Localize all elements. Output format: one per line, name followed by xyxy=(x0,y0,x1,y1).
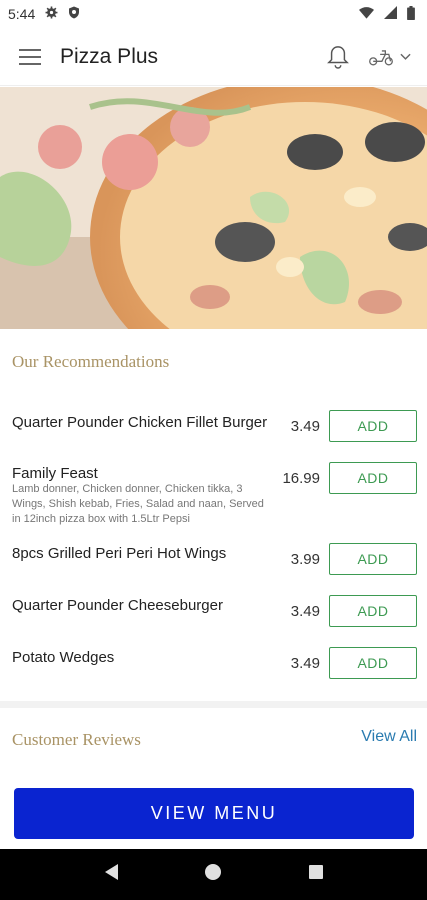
item-price: 3.49 xyxy=(290,603,320,620)
reviews-title: Customer Reviews xyxy=(12,730,141,749)
item-price: 3.49 xyxy=(290,418,320,435)
recommendation-item: Quarter Pounder Cheeseburger 3.49 ADD xyxy=(12,595,417,629)
item-price: 3.49 xyxy=(290,655,320,672)
app-bar: Pizza Plus xyxy=(0,28,427,86)
recents-icon[interactable] xyxy=(308,864,324,885)
battery-icon xyxy=(407,5,415,23)
item-name: 8pcs Grilled Peri Peri Hot Wings xyxy=(12,545,227,562)
reviews-header: Customer Reviews View All xyxy=(12,728,417,752)
home-icon[interactable] xyxy=(204,863,222,886)
menu-button[interactable] xyxy=(0,28,60,86)
recommendation-item: Quarter Pounder Chicken Fillet Burger 3.… xyxy=(12,410,417,444)
item-description: Lamb donner, Chicken donner, Chicken tik… xyxy=(12,483,264,525)
settings-icon xyxy=(45,6,58,22)
bell-icon xyxy=(327,45,349,69)
app-title: Pizza Plus xyxy=(60,44,159,68)
add-button[interactable]: ADD xyxy=(329,410,417,442)
recommendation-item: Potato Wedges 3.49 ADD xyxy=(12,647,417,681)
add-button[interactable]: ADD xyxy=(329,462,417,494)
chevron-down-icon xyxy=(400,53,411,60)
notifications-button[interactable] xyxy=(320,37,356,77)
signal-icon xyxy=(384,6,397,22)
add-button[interactable]: ADD xyxy=(329,595,417,627)
add-button[interactable]: ADD xyxy=(329,543,417,575)
shield-icon xyxy=(68,6,80,22)
add-button[interactable]: ADD xyxy=(329,647,417,679)
system-nav-bar xyxy=(0,849,427,900)
recommendation-item: Family Feast Lamb donner, Chicken donner… xyxy=(12,462,417,532)
item-name: Quarter Pounder Chicken Fillet Burger xyxy=(12,414,268,431)
view-all-link[interactable]: View All xyxy=(361,728,417,746)
item-price: 16.99 xyxy=(282,470,320,487)
recommendation-item: 8pcs Grilled Peri Peri Hot Wings 3.99 AD… xyxy=(12,543,417,577)
back-icon[interactable] xyxy=(103,863,119,886)
view-menu-button[interactable]: VIEW MENU xyxy=(14,788,414,839)
item-name: Quarter Pounder Cheeseburger xyxy=(12,597,223,614)
item-name: Family Feast xyxy=(12,465,98,482)
wifi-icon xyxy=(359,6,374,22)
item-price: 3.99 xyxy=(290,551,320,568)
section-divider xyxy=(0,701,427,708)
hamburger-icon xyxy=(19,48,41,65)
recommendations-title: Our Recommendations xyxy=(12,352,170,371)
scooter-icon xyxy=(369,49,393,65)
status-time: 5:44 xyxy=(8,6,36,22)
status-bar: 5:44 xyxy=(0,0,427,28)
hero-pizza-image xyxy=(0,87,427,329)
delivery-mode-selector[interactable] xyxy=(368,47,411,67)
item-name: Potato Wedges xyxy=(12,649,115,666)
